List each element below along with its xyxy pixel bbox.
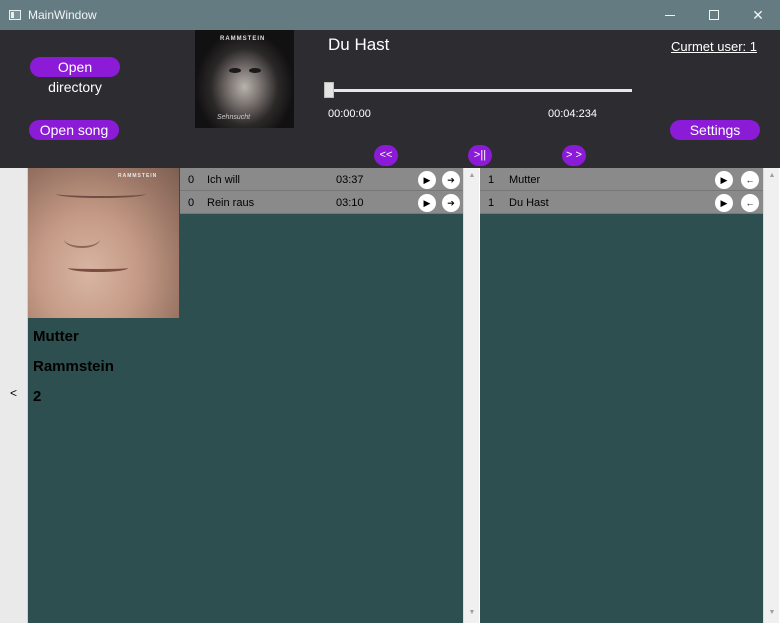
playlist-scrollbar[interactable]: ▲ ▼: [763, 168, 779, 623]
album-cover-band-text: RAMMSTEIN: [118, 173, 158, 179]
add-to-playlist-icon[interactable]: ➔: [442, 171, 460, 189]
list-item[interactable]: 0 Rein raus 03:10 ▶ ➔: [180, 191, 463, 214]
play-icon[interactable]: ▶: [418, 194, 436, 212]
remove-from-playlist-icon[interactable]: ←: [741, 171, 759, 189]
next-button[interactable]: > >: [562, 145, 586, 166]
scroll-up-icon[interactable]: ▲: [467, 171, 477, 181]
track-name: Mutter: [509, 174, 541, 186]
track-name: Ich will: [207, 174, 241, 186]
current-user-link[interactable]: Curmet user: 1: [671, 39, 761, 54]
player-header: Open directory Open song RAMMSTEIN Sehns…: [0, 30, 780, 168]
album-cover: RAMMSTEIN: [28, 168, 179, 318]
track-name: Rein raus: [207, 197, 255, 209]
play-icon[interactable]: ▶: [418, 171, 436, 189]
time-total: 00:04:234: [548, 108, 597, 120]
play-icon[interactable]: ▶: [715, 194, 733, 212]
close-icon: ✕: [752, 6, 764, 23]
time-current: 00:00:00: [328, 108, 371, 120]
sidebar-collapse-rail: <: [0, 168, 28, 623]
now-playing-title: Du Hast: [328, 35, 390, 54]
scroll-down-icon[interactable]: ▼: [767, 608, 777, 618]
scroll-up-icon[interactable]: ▲: [767, 171, 777, 181]
remove-from-playlist-icon[interactable]: ←: [741, 194, 759, 212]
open-directory-button[interactable]: Open directory: [30, 57, 120, 95]
list-item[interactable]: 1 Du Hast ▶ ←: [480, 191, 763, 214]
window-icon: [9, 10, 21, 20]
cover-signature: Sehnsucht: [217, 114, 251, 121]
album-list-scrollbar[interactable]: ▲ ▼: [463, 168, 479, 623]
track-number: 1: [488, 197, 495, 209]
scroll-down-icon[interactable]: ▼: [467, 608, 477, 618]
track-duration: 03:37: [336, 174, 364, 186]
minimize-icon: [665, 14, 675, 16]
minimize-button[interactable]: [648, 0, 692, 30]
list-item[interactable]: 0 Ich will 03:37 ▶ ➔: [180, 168, 463, 191]
settings-button[interactable]: Settings: [670, 120, 760, 140]
cover-band-text: RAMMSTEIN: [220, 36, 266, 42]
artist-name: Rammstein: [33, 358, 114, 375]
window-title: MainWindow: [28, 8, 97, 22]
previous-button[interactable]: <<: [374, 145, 398, 166]
maximize-icon: [709, 10, 719, 20]
play-icon[interactable]: ▶: [715, 171, 733, 189]
track-number: 0: [188, 174, 195, 186]
play-pause-button[interactable]: >||: [468, 145, 492, 166]
add-to-playlist-icon[interactable]: ➔: [442, 194, 460, 212]
now-playing-cover: RAMMSTEIN Sehnsucht: [195, 30, 294, 128]
open-song-button[interactable]: Open song: [29, 120, 119, 140]
album-name: Mutter: [33, 328, 79, 345]
album-info-panel: RAMMSTEIN Mutter Rammstein 2: [28, 168, 180, 623]
track-number: 1: [488, 174, 495, 186]
playlist: 1 Mutter ▶ ← 1 Du Hast ▶ ←: [480, 168, 763, 623]
progress-slider-thumb[interactable]: [324, 82, 334, 98]
track-duration: 03:10: [336, 197, 364, 209]
title-bar: MainWindow ✕: [0, 0, 780, 30]
track-name: Du Hast: [509, 197, 549, 209]
list-item[interactable]: 1 Mutter ▶ ←: [480, 168, 763, 191]
album-track-count: 2: [33, 388, 42, 405]
maximize-button[interactable]: [692, 0, 736, 30]
close-button[interactable]: ✕: [736, 0, 780, 30]
progress-slider-track[interactable]: [328, 89, 632, 92]
track-number: 0: [188, 197, 195, 209]
collapse-button[interactable]: <: [10, 386, 17, 400]
album-track-list: 0 Ich will 03:37 ▶ ➔ 0 Rein raus 03:10 ▶…: [180, 168, 463, 623]
